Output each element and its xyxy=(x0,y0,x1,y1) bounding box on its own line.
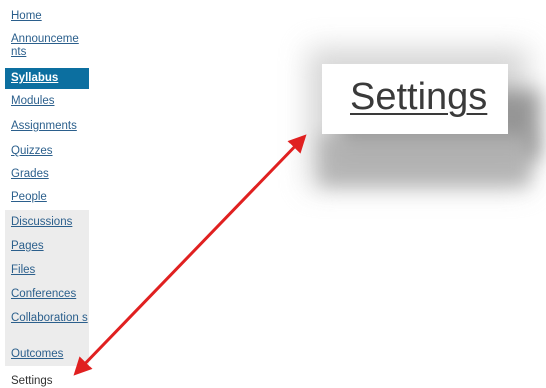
double-arrow-icon xyxy=(73,134,307,376)
